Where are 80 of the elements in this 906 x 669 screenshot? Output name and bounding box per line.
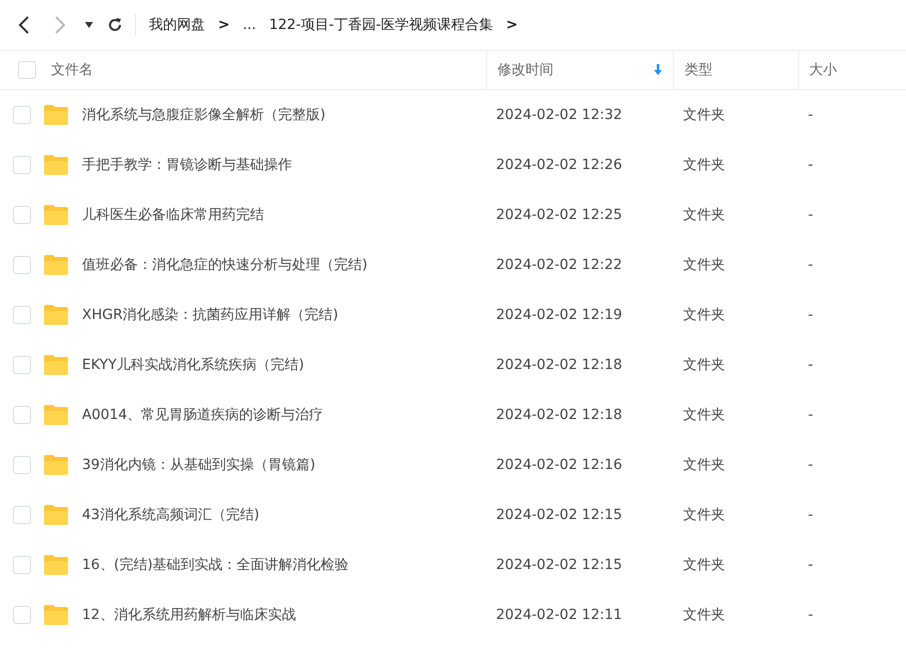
file-type: 文件夹 (683, 406, 725, 424)
folder-name[interactable]: 儿科医生必备临床常用药完结 (82, 206, 264, 224)
modified-time: 2024-02-02 12:22 (496, 257, 622, 273)
breadcrumb-item[interactable]: 122-项目-丁香园-医学视频课程合集 (269, 16, 493, 34)
folder-name[interactable]: 16、(完结)基础到实战：全面讲解消化检验 (82, 556, 349, 574)
row-checkbox[interactable] (13, 256, 31, 274)
file-size: - (808, 257, 814, 273)
row-checkbox[interactable] (13, 106, 31, 124)
folder-icon (43, 604, 69, 626)
row-checkbox[interactable] (13, 606, 31, 624)
column-header[interactable]: 类型 (684, 61, 712, 79)
file-type: 文件夹 (683, 456, 725, 474)
modified-time: 2024-02-02 12:15 (496, 507, 622, 523)
breadcrumb-separator: > (506, 17, 518, 33)
modified-time: 2024-02-02 12:25 (496, 207, 622, 223)
folder-icon (43, 204, 69, 226)
row-checkbox[interactable] (13, 406, 31, 424)
file-type: 文件夹 (683, 156, 725, 174)
file-type: 文件夹 (683, 206, 725, 224)
row-checkbox[interactable] (13, 156, 31, 174)
column-header[interactable]: 修改时间 (497, 61, 554, 79)
file-type: 文件夹 (683, 356, 725, 374)
file-size: - (808, 457, 814, 473)
folder-name[interactable]: 39消化内镜：从基础到实操（胃镜篇) (82, 456, 316, 474)
breadcrumb-separator: > (218, 17, 230, 33)
dropdown-icon[interactable] (85, 22, 93, 28)
row-checkbox[interactable] (13, 456, 31, 474)
file-size: - (808, 107, 814, 123)
column-header[interactable]: 文件名 (50, 61, 93, 79)
folder-icon (43, 404, 69, 426)
file-type: 文件夹 (683, 556, 725, 574)
back-icon[interactable] (17, 15, 31, 35)
file-size: - (808, 207, 814, 223)
folder-name[interactable]: 消化系统与急腹症影像全解析（完整版) (82, 106, 326, 124)
folder-name[interactable]: 值班必备：消化急症的快速分析与处理（完结) (82, 256, 368, 274)
file-size: - (808, 357, 814, 373)
file-type: 文件夹 (683, 506, 725, 524)
row-checkbox[interactable] (13, 556, 31, 574)
folder-icon (43, 354, 69, 376)
refresh-icon[interactable] (107, 17, 123, 33)
folder-icon (43, 154, 69, 176)
row-checkbox[interactable] (13, 306, 31, 324)
folder-icon (43, 554, 69, 576)
modified-time: 2024-02-02 12:32 (496, 107, 622, 123)
column-header[interactable]: 大小 (809, 61, 838, 79)
folder-name[interactable]: 手把手教学：胃镜诊断与基础操作 (82, 156, 292, 174)
breadcrumb-item[interactable]: ... (242, 17, 256, 33)
folder-name[interactable]: EKYY儿科实战消化系统疾病（完结) (82, 356, 304, 374)
file-size: - (808, 507, 814, 523)
folder-name[interactable]: XHGR消化感染：抗菌药应用详解（完结) (82, 306, 338, 324)
modified-time: 2024-02-02 12:16 (496, 457, 622, 473)
file-type: 文件夹 (683, 256, 725, 274)
file-size: - (808, 307, 814, 323)
modified-time: 2024-02-02 12:18 (496, 407, 622, 423)
row-checkbox[interactable] (13, 356, 31, 374)
sort-down-icon[interactable] (653, 64, 664, 76)
file-size: - (808, 407, 814, 423)
file-type: 文件夹 (683, 606, 725, 624)
file-type: 文件夹 (683, 306, 725, 324)
folder-icon (43, 454, 69, 476)
modified-time: 2024-02-02 12:26 (496, 157, 622, 173)
folder-icon (43, 254, 69, 276)
breadcrumb-item[interactable]: 我的网盘 (149, 16, 205, 34)
folder-icon (43, 104, 69, 126)
file-size: - (808, 157, 814, 173)
modified-time: 2024-02-02 12:18 (496, 357, 622, 373)
folder-name[interactable]: 12、消化系统用药解析与临床实战 (82, 606, 296, 624)
file-size: - (808, 607, 814, 623)
modified-time: 2024-02-02 12:15 (496, 557, 622, 573)
folder-icon (43, 304, 69, 326)
row-checkbox[interactable] (13, 506, 31, 524)
row-checkbox[interactable] (13, 206, 31, 224)
modified-time: 2024-02-02 12:11 (496, 607, 622, 623)
select-all-checkbox[interactable] (18, 61, 36, 79)
folder-name[interactable]: A0014、常见胃肠道疾病的诊断与治疗 (82, 406, 324, 424)
file-size: - (808, 557, 814, 573)
file-type: 文件夹 (683, 106, 725, 124)
folder-icon (43, 504, 69, 526)
modified-time: 2024-02-02 12:19 (496, 307, 622, 323)
folder-name[interactable]: 43消化系统高频词汇（完结) (82, 506, 260, 524)
